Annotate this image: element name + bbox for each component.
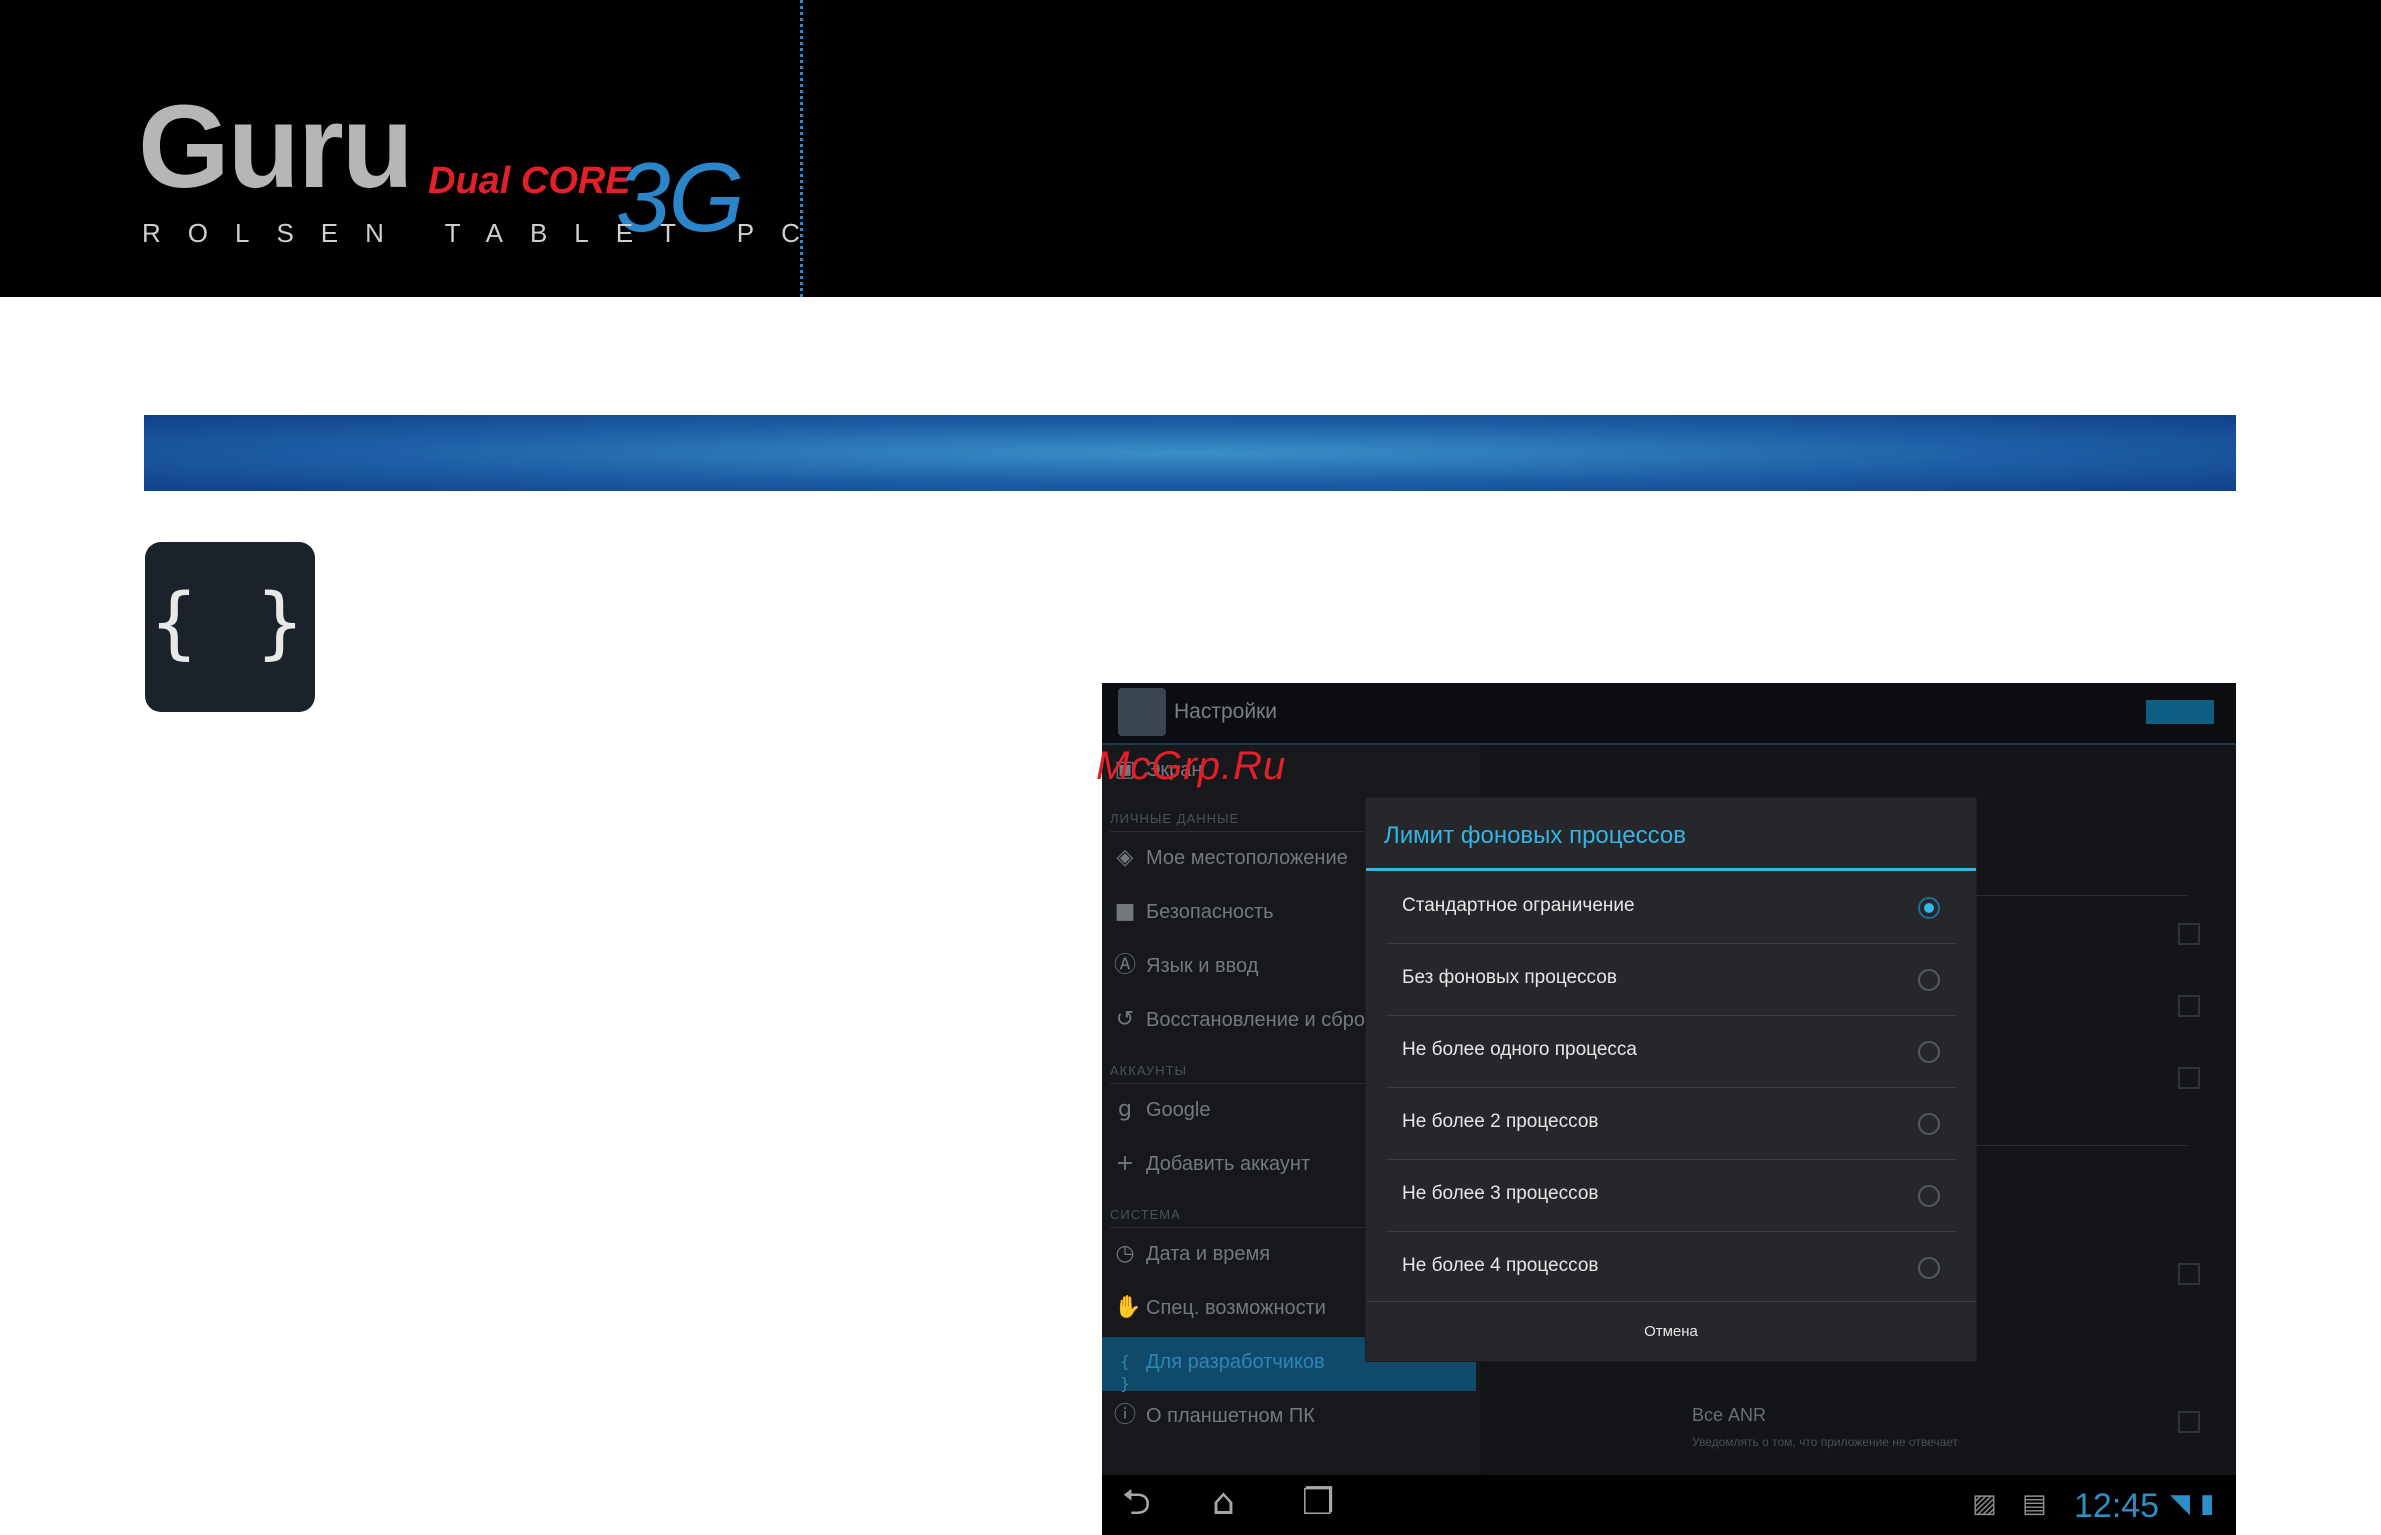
option-standard-limit[interactable]: Стандартное ограничение <box>1366 871 1976 943</box>
braces-icon: { } <box>145 542 315 712</box>
option-four-processes[interactable]: Не более 4 процессов <box>1366 1231 1976 1303</box>
gallery-notification-icon: ▨ <box>1972 1489 1997 1519</box>
radio-unselected[interactable] <box>1918 1113 1940 1135</box>
battery-icon: ▮ <box>2200 1489 2215 1519</box>
menu-item-about[interactable]: ⓘ О планшетном ПК <box>1102 1391 1480 1445</box>
option-label: Не более 4 процессов <box>1402 1255 1599 1276</box>
home-icon[interactable]: ⌂ <box>1212 1483 1235 1523</box>
option-no-background[interactable]: Без фоновых процессов <box>1366 943 1976 1015</box>
section-title: АККАУНТЫ <box>1110 1063 1188 1078</box>
restore-icon: ↺ <box>1115 1007 1135 1032</box>
status-clock: 12:45 <box>2074 1487 2160 1525</box>
watermark: McGrp.Ru <box>1096 744 1287 788</box>
checkbox[interactable] <box>2178 1263 2200 1285</box>
option-two-processes[interactable]: Не более 2 процессов <box>1366 1087 1976 1159</box>
action-bar: Настройки <box>1102 683 2236 745</box>
radio-unselected[interactable] <box>1918 969 1940 991</box>
keyboard-icon: Ⓐ <box>1114 953 1137 978</box>
radio-unselected[interactable] <box>1918 1185 1940 1207</box>
option-label: Не более 2 процессов <box>1402 1111 1599 1132</box>
edition-label: Dual CORE <box>428 160 631 202</box>
clock-icon: ◷ <box>1115 1241 1135 1266</box>
radio-unselected[interactable] <box>1918 1041 1940 1063</box>
section-title: СИСТЕМА <box>1110 1207 1181 1222</box>
usb-notification-icon: ▤ <box>2022 1489 2047 1519</box>
lock-icon: ■ <box>1114 899 1136 924</box>
menu-item-label: Мое местоположение <box>1146 847 1348 869</box>
action-bar-title: Настройки <box>1174 700 1277 723</box>
brand-logo: Guru <box>138 81 414 213</box>
option-three-processes[interactable]: Не более 3 процессов <box>1366 1159 1976 1231</box>
braces-glyph: { } <box>150 578 310 668</box>
anr-checkbox[interactable] <box>2178 1411 2200 1433</box>
anr-subtitle: Уведомлять о том, что приложение не отве… <box>1692 1435 1959 1449</box>
back-icon[interactable]: ⮌ <box>1122 1483 1151 1523</box>
section-title: ЛИЧНЫЕ ДАННЫЕ <box>1110 811 1240 826</box>
menu-item-label: Язык и ввод <box>1146 955 1259 977</box>
menu-item-label: Для разработчиков <box>1146 1351 1325 1373</box>
checkbox[interactable] <box>2178 1067 2200 1089</box>
menu-item-label: Безопасность <box>1146 901 1274 923</box>
radio-selected[interactable] <box>1918 897 1940 919</box>
anr-title: Все ANR <box>1692 1405 1767 1425</box>
option-label: Без фоновых процессов <box>1402 967 1617 988</box>
braces-icon: { } <box>1119 1352 1131 1393</box>
brand-subtitle: ROLSEN TABLET PC <box>142 218 827 248</box>
menu-item-label: Спец. возможности <box>1146 1297 1326 1319</box>
background-limit-dialog: Лимит фоновых процессов Стандартное огра… <box>1366 798 1976 1361</box>
checkbox[interactable] <box>2178 995 2200 1017</box>
option-label: Не более 3 процессов <box>1402 1183 1599 1204</box>
menu-item-label: Дата и время <box>1146 1243 1271 1265</box>
google-icon: g <box>1118 1097 1132 1122</box>
tablet-screenshot: Настройки ▣ Экран ЛИЧНЫЕ ДАННЫЕ ◈ Мое ме… <box>1102 683 2236 1535</box>
wifi-icon: ◥ <box>2170 1489 2190 1519</box>
hand-icon: ✋ <box>1114 1295 1142 1320</box>
option-one-process[interactable]: Не более одного процесса <box>1366 1015 1976 1087</box>
dialog-title: Лимит фоновых процессов <box>1384 822 1686 849</box>
system-nav-bar: ⮌ ⌂ ❐ ▨ ▤ 12:45 ◥ ▮ <box>1102 1475 2236 1535</box>
option-label: Стандартное ограничение <box>1402 895 1635 916</box>
plus-icon: + <box>1115 1151 1135 1176</box>
header-divider <box>800 0 803 297</box>
settings-app-icon <box>1118 688 1166 736</box>
cancel-button[interactable]: Отмена <box>1366 1302 1976 1361</box>
action-toggle-button[interactable] <box>2146 700 2214 724</box>
menu-item-label: Восстановление и сброс <box>1146 1009 1375 1031</box>
option-label: Не более одного процесса <box>1402 1039 1637 1060</box>
menu-item-label: Добавить аккаунт <box>1146 1153 1311 1175</box>
recent-apps-icon[interactable]: ❐ <box>1302 1483 1334 1523</box>
radio-unselected[interactable] <box>1918 1257 1940 1279</box>
menu-item-label: О планшетном ПК <box>1146 1405 1315 1427</box>
menu-item-label: Google <box>1146 1099 1211 1121</box>
location-icon: ◈ <box>1116 845 1134 870</box>
checkbox[interactable] <box>2178 923 2200 945</box>
section-bar <box>144 415 2236 491</box>
page-header: Guru Dual CORE 3G ROLSEN TABLET PC <box>0 0 2381 297</box>
info-icon: ⓘ <box>1114 1403 1137 1428</box>
